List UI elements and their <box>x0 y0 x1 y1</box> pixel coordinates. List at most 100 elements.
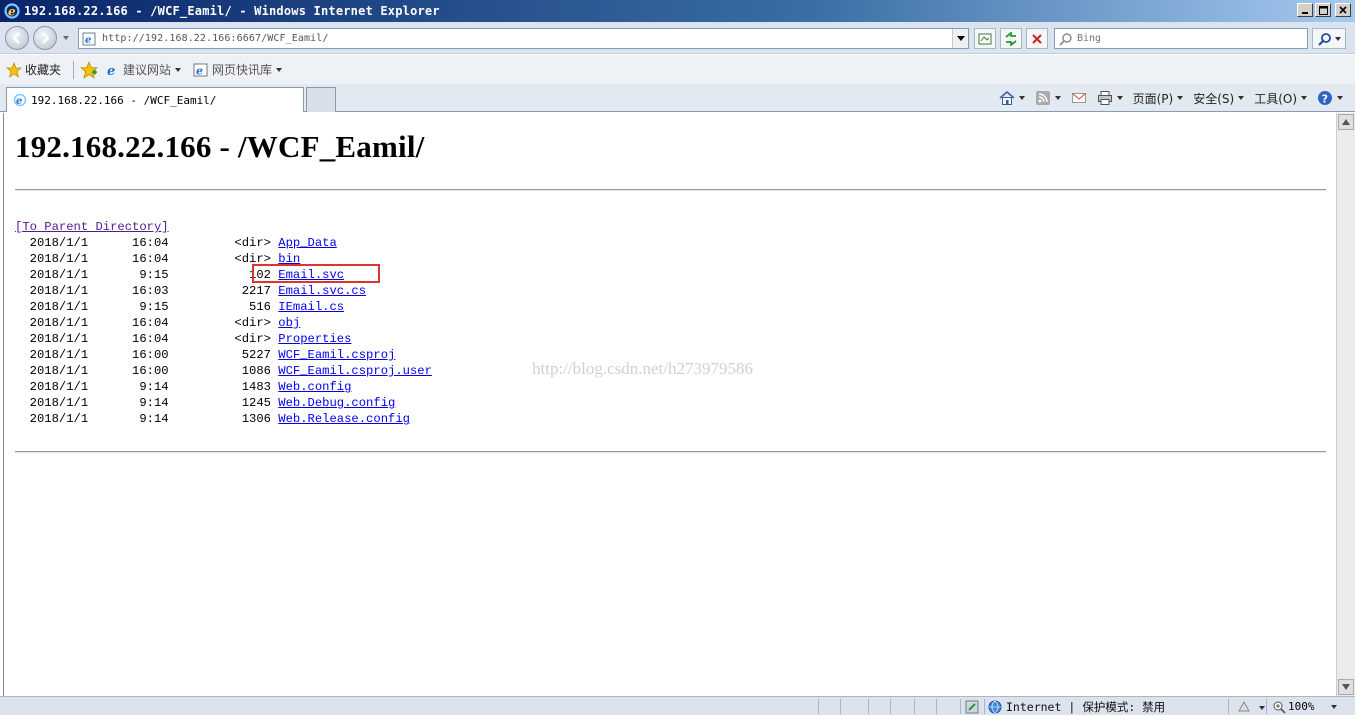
listing-row-meta: 2018/1/1 9:14 1245 <box>15 396 279 410</box>
compatibility-view-button[interactable] <box>974 28 996 49</box>
status-divider <box>840 699 841 714</box>
add-favorite-icon[interactable] <box>80 60 98 79</box>
close-icon <box>1339 6 1347 14</box>
vertical-scrollbar[interactable] <box>1336 113 1355 696</box>
listing-row-meta: 2018/1/1 16:04 <dir> <box>15 316 279 330</box>
safety-menu-label: 安全(S) <box>1193 91 1235 106</box>
arrow-up-icon <box>1342 119 1350 125</box>
minimize-button[interactable] <box>1297 3 1313 17</box>
window-title: 192.168.22.166 - /WCF_Eamil/ - Windows I… <box>24 4 440 18</box>
status-divider <box>960 699 961 714</box>
tools-menu-label: 工具(O) <box>1254 91 1297 106</box>
address-dropdown-button[interactable] <box>952 29 968 48</box>
listing-row-link[interactable]: IEmail.cs <box>278 300 344 314</box>
security-zone[interactable]: Internet | 保护模式: 禁用 <box>988 698 1165 715</box>
search-button[interactable] <box>1312 28 1346 49</box>
listing-row-link[interactable]: WCF_Eamil.csproj <box>278 348 395 362</box>
search-box[interactable] <box>1054 28 1308 49</box>
tab-bar: e 192.168.22.166 - /WCF_Eamil/ 页面(P) 安全(… <box>0 84 1355 112</box>
listing-row-link[interactable]: Properties <box>278 332 351 346</box>
maximize-icon <box>1318 5 1328 15</box>
page-menu[interactable]: 页面(P) <box>1129 88 1188 108</box>
status-divider <box>868 699 869 714</box>
refresh-icon <box>1005 31 1017 46</box>
chevron-down-icon <box>956 35 965 41</box>
status-divider <box>1228 699 1229 714</box>
favorites-button[interactable]: 收藏夹 <box>6 61 61 78</box>
history-dropdown-icon[interactable] <box>62 34 70 42</box>
status-divider <box>914 699 915 714</box>
mail-icon <box>1071 93 1086 103</box>
listing-row-meta: 2018/1/1 16:00 5227 <box>15 348 279 362</box>
back-button[interactable] <box>5 26 29 50</box>
parent-directory-link[interactable]: [To Parent Directory] <box>15 220 169 234</box>
divider <box>15 451 1326 453</box>
listing-row-link[interactable]: App_Data <box>278 236 337 250</box>
refresh-button[interactable] <box>1000 28 1022 49</box>
maximize-button[interactable] <box>1315 3 1331 17</box>
search-magnifier-icon <box>1059 32 1072 46</box>
zone-label: Internet <box>1006 699 1062 714</box>
rss-feed-icon <box>1035 91 1050 105</box>
listing-row-link[interactable]: obj <box>278 316 300 330</box>
listing-row-meta: 2018/1/1 16:00 1086 <box>15 364 279 378</box>
listing-row-meta: 2018/1/1 16:03 2217 <box>15 284 279 298</box>
tab-active[interactable]: e 192.168.22.166 - /WCF_Eamil/ <box>6 87 304 112</box>
chevron-down-icon[interactable] <box>1259 706 1265 710</box>
web-slice-gallery-button[interactable]: e 网页快讯库 <box>193 61 283 78</box>
back-arrow-icon <box>12 32 20 44</box>
ie-page-icon: e <box>13 93 27 107</box>
help-icon: ? <box>1318 91 1332 105</box>
home-icon <box>999 90 1015 105</box>
help-button[interactable]: ? <box>1313 88 1347 108</box>
chevron-down-icon <box>1238 96 1245 100</box>
chevron-down-icon <box>276 67 283 72</box>
svg-text:?: ? <box>1322 92 1328 105</box>
listing-row-link[interactable]: Web.config <box>278 380 351 394</box>
pop-up-blocker-icon[interactable] <box>1236 699 1252 715</box>
listing-row-link[interactable]: WCF_Eamil.csproj.user <box>278 364 432 378</box>
url-text[interactable]: http://192.168.22.166:6667/WCF_Eamil/ <box>102 33 328 44</box>
page-content: 192.168.22.166 - /WCF_Eamil/ [To Parent … <box>3 113 1336 696</box>
search-icon <box>1317 32 1331 46</box>
arrow-down-icon <box>1342 684 1350 690</box>
listing-row-link[interactable]: Email.svc.cs <box>278 284 366 298</box>
stop-button[interactable] <box>1026 28 1048 49</box>
chevron-down-icon <box>1116 96 1123 100</box>
svg-text:e: e <box>196 64 203 77</box>
chevron-down-icon <box>1054 96 1061 100</box>
scroll-up-button[interactable] <box>1338 114 1354 130</box>
zoom-level: 100% <box>1288 700 1315 713</box>
highlight-box <box>252 264 380 283</box>
chevron-down-icon <box>1337 96 1343 100</box>
page-menu-label: 页面(P) <box>1132 91 1174 106</box>
search-input[interactable] <box>1077 33 1277 44</box>
address-bar[interactable]: e http://192.168.22.166:6667/WCF_Eamil/ <box>78 28 969 49</box>
zoom-icon <box>1273 701 1286 714</box>
read-mail-button[interactable] <box>1067 88 1091 108</box>
protected-mode-label: 保护模式: 禁用 <box>1082 699 1166 714</box>
listing-row-link[interactable]: Web.Debug.config <box>278 396 395 410</box>
address-toolbar: e http://192.168.22.166:6667/WCF_Eamil/ <box>0 22 1355 54</box>
scroll-down-button[interactable] <box>1338 679 1354 695</box>
safety-menu[interactable]: 安全(S) <box>1189 88 1248 108</box>
page-title: 192.168.22.166 - /WCF_Eamil/ <box>15 129 425 164</box>
forward-button[interactable] <box>33 26 57 50</box>
chevron-down-icon <box>1330 704 1337 709</box>
feeds-button[interactable] <box>1031 88 1065 108</box>
web-slice-gallery-label: 网页快讯库 <box>212 63 273 77</box>
divider <box>73 60 75 79</box>
ie-page-icon: e <box>193 63 208 77</box>
suggested-sites-button[interactable]: e 建议网站 <box>104 61 182 78</box>
watermark: http://blog.csdn.net/h273979586 <box>532 359 753 378</box>
chevron-down-icon <box>1334 36 1341 41</box>
close-window-button[interactable] <box>1335 3 1351 17</box>
listing-row-link[interactable]: Web.Release.config <box>278 412 410 426</box>
new-tab-button[interactable] <box>306 87 336 112</box>
suggested-sites-label: 建议网站 <box>123 63 172 77</box>
chevron-down-icon <box>175 67 182 72</box>
tools-menu[interactable]: 工具(O) <box>1250 88 1311 108</box>
print-button[interactable] <box>1093 88 1127 108</box>
home-button[interactable] <box>995 88 1029 108</box>
zoom-control[interactable]: 100% <box>1272 698 1337 715</box>
